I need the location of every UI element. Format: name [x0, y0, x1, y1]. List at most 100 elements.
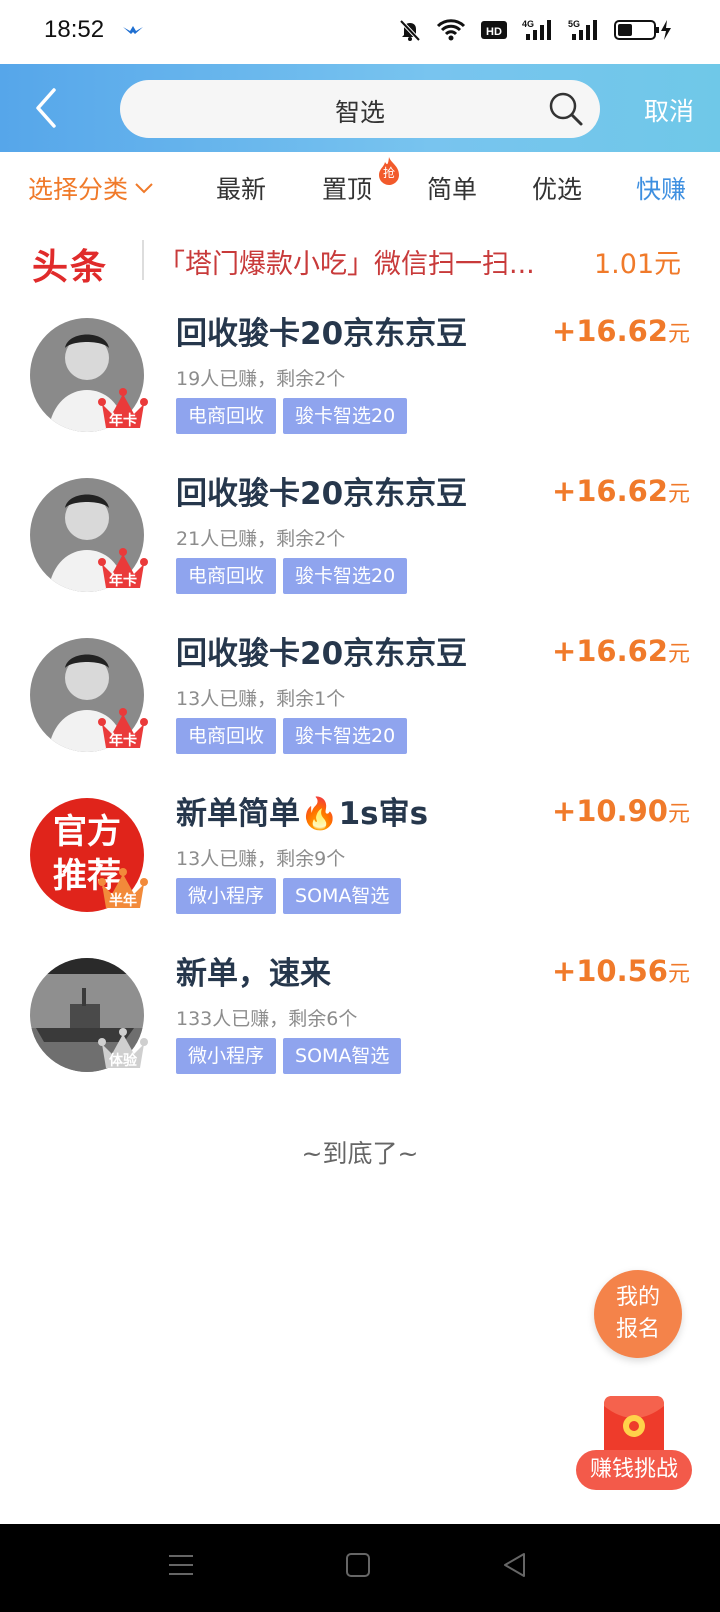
- task-tags: 电商回收 骏卡智选20: [176, 558, 408, 594]
- task-title: 回收骏卡20京东京豆: [176, 476, 468, 512]
- status-bar: 18:52 HD 4G 5G: [0, 0, 720, 64]
- tab-featured[interactable]: 优选: [532, 170, 582, 206]
- search-query: 智选: [334, 98, 385, 127]
- hd-icon: HD: [481, 21, 507, 39]
- tag: 电商回收: [176, 718, 277, 754]
- system-nav-bar: [0, 1524, 720, 1612]
- divider: [142, 240, 144, 280]
- wifi-icon: [436, 19, 466, 41]
- notification-bird-icon: [123, 26, 143, 34]
- headline-banner[interactable]: 头条 「塔门爆款小吃」微信扫一扫... 1.01元: [0, 226, 720, 296]
- task-reward: +16.62元: [552, 314, 690, 348]
- avatar: 体验: [30, 958, 148, 1072]
- task-item[interactable]: 年卡 回收骏卡20京东京豆 21人已赚，剩余2个 电商回收 骏卡智选20 +16…: [0, 466, 720, 626]
- task-title: 回收骏卡20京东京豆: [176, 316, 468, 352]
- tag: 骏卡智选20: [283, 558, 408, 594]
- signal-5g-icon: 5G: [568, 19, 597, 40]
- task-reward: +16.62元: [552, 474, 690, 508]
- tag: 微小程序: [176, 1038, 277, 1074]
- reward-amount: +16.62: [551, 634, 668, 668]
- membership-badge: 年卡: [109, 413, 137, 429]
- earning-challenge-button[interactable]: 赚钱挑战: [576, 1392, 692, 1496]
- task-tags: 电商回收 骏卡智选20: [176, 718, 408, 754]
- membership-badge: 体验: [109, 1053, 137, 1069]
- task-item[interactable]: 年卡 回收骏卡20京东京豆 19人已赚，剩余2个 电商回收 骏卡智选20 +16…: [0, 306, 720, 466]
- task-title: 回收骏卡20京东京豆: [176, 636, 468, 672]
- task-stats: 13人已赚，剩余9个: [176, 848, 346, 870]
- avatar: 年卡: [30, 638, 148, 752]
- membership-badge: 半年: [109, 893, 137, 909]
- reward-unit: 元: [667, 482, 690, 507]
- grab-badge-text: 抢: [382, 166, 395, 180]
- challenge-label: 赚钱挑战: [576, 1450, 692, 1490]
- tab-quick-earn[interactable]: 快赚: [636, 170, 686, 206]
- avatar: 年卡: [30, 318, 148, 432]
- tag: 骏卡智选20: [283, 718, 408, 754]
- task-reward: +10.90元: [552, 794, 690, 828]
- reward-amount: +10.90: [551, 794, 668, 828]
- reward-unit: 元: [667, 802, 690, 827]
- tab-simple[interactable]: 简单: [427, 170, 477, 206]
- task-tags: 电商回收 骏卡智选20: [176, 398, 408, 434]
- my-signup-button[interactable]: 我的 报名: [594, 1270, 682, 1358]
- task-stats: 13人已赚，剩余1个: [176, 688, 346, 710]
- signup-label-line2: 报名: [615, 1317, 660, 1342]
- list-end-text: ~到底了~: [301, 1139, 419, 1168]
- tag: 电商回收: [176, 398, 277, 434]
- reward-amount: +10.56: [551, 954, 668, 988]
- signal-4g-icon: 4G: [522, 19, 551, 40]
- svg-text:4G: 4G: [522, 19, 534, 29]
- membership-badge: 年卡: [109, 573, 137, 589]
- reward-unit: 元: [667, 962, 690, 987]
- tab-category-select[interactable]: 选择分类: [28, 170, 154, 206]
- reward-unit: 元: [667, 322, 690, 347]
- tab-pinned[interactable]: 置顶: [322, 170, 372, 206]
- task-item[interactable]: 官方 推荐 半年 新单简单🔥1s审s 13人已赚，剩余9个 微小程序 SOMA智…: [0, 786, 720, 946]
- reward-amount: +16.62: [551, 474, 668, 508]
- svg-text:HD: HD: [486, 26, 502, 38]
- avatar: 年卡: [30, 478, 148, 592]
- task-stats: 21人已赚，剩余2个: [176, 528, 346, 550]
- grab-badge: 抢: [375, 156, 403, 186]
- cancel-button[interactable]: 取消: [644, 92, 694, 128]
- svg-text:5G: 5G: [568, 19, 580, 29]
- battery-charging-icon: [614, 20, 671, 40]
- task-tags: 微小程序 SOMA智选: [176, 1038, 402, 1074]
- task-tags: 微小程序 SOMA智选: [176, 878, 402, 914]
- menu-icon[interactable]: [168, 1552, 194, 1578]
- headline-logo: 头条: [32, 247, 109, 288]
- task-stats: 133人已赚，剩余6个: [176, 1008, 358, 1030]
- tag: SOMA智选: [283, 878, 402, 914]
- tag: 骏卡智选20: [283, 398, 408, 434]
- signup-label-line1: 我的: [615, 1285, 660, 1310]
- headline-text: 「塔门爆款小吃」微信扫一扫...: [158, 249, 535, 280]
- status-time: 18:52: [44, 16, 105, 43]
- task-item[interactable]: 年卡 回收骏卡20京东京豆 13人已赚，剩余1个 电商回收 骏卡智选20 +16…: [0, 626, 720, 786]
- chevron-down-icon: [135, 183, 153, 194]
- task-stats: 19人已赚，剩余2个: [176, 368, 346, 390]
- filter-tabs: 选择分类 最新 置顶 抢 简单 优选 快赚: [0, 152, 720, 222]
- headline-price: 1.01元: [594, 249, 682, 280]
- search-icon[interactable]: [548, 91, 584, 127]
- official-avatar-line1: 官方: [53, 812, 121, 852]
- back-triangle-icon[interactable]: [502, 1552, 528, 1578]
- task-list: 年卡 回收骏卡20京东京豆 19人已赚，剩余2个 电商回收 骏卡智选20 +16…: [0, 306, 720, 1106]
- task-title: 新单简单🔥1s审s: [176, 796, 429, 832]
- avatar: 官方 推荐 半年: [30, 798, 148, 912]
- reward-unit: 元: [667, 642, 690, 667]
- reward-amount: +16.62: [551, 314, 668, 348]
- tag: 微小程序: [176, 878, 277, 914]
- search-header: 智选 取消: [0, 64, 720, 152]
- tag: SOMA智选: [283, 1038, 402, 1074]
- back-arrow-icon[interactable]: [28, 84, 68, 132]
- tab-latest[interactable]: 最新: [216, 170, 266, 206]
- tag: 电商回收: [176, 558, 277, 594]
- task-reward: +10.56元: [552, 954, 690, 988]
- task-item[interactable]: 体验 新单，速来 133人已赚，剩余6个 微小程序 SOMA智选 +10.56元: [0, 946, 720, 1106]
- search-input[interactable]: 智选: [120, 80, 600, 138]
- home-icon[interactable]: [345, 1552, 371, 1578]
- membership-badge: 年卡: [109, 733, 137, 749]
- task-reward: +16.62元: [552, 634, 690, 668]
- tab-label: 选择分类: [28, 175, 129, 204]
- task-title: 新单，速来: [176, 956, 331, 992]
